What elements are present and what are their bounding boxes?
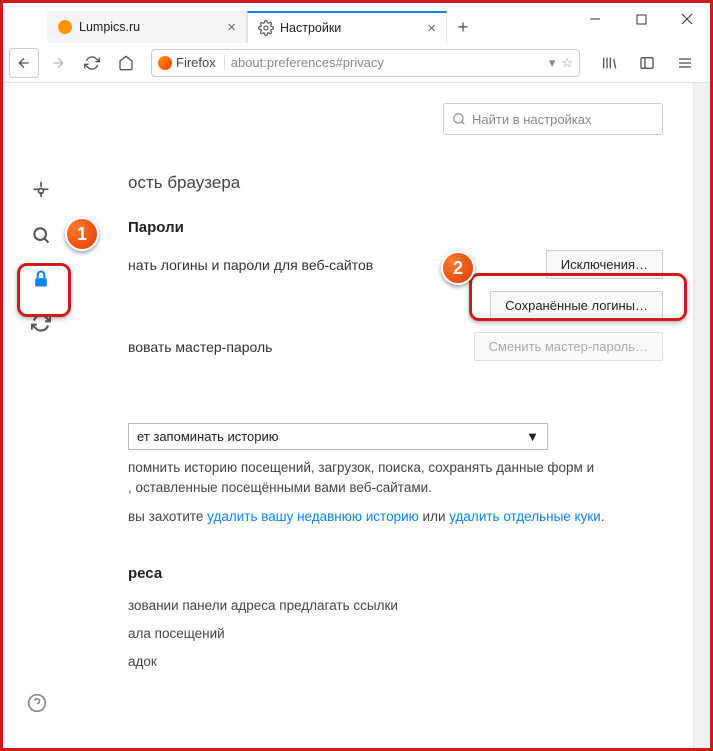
forward-button[interactable]: [43, 48, 73, 78]
master-password-label: вовать мастер-пароль: [128, 339, 474, 355]
sidebar-search-icon[interactable]: [23, 217, 59, 253]
firefox-icon: [158, 56, 172, 70]
close-icon[interactable]: ×: [227, 19, 236, 36]
history-text-2: вы захотите удалить вашу недавнюю истори…: [128, 507, 663, 527]
change-master-button: Сменить мастер-пароль…: [474, 332, 663, 361]
search-preferences-input[interactable]: Найти в настройках: [443, 103, 663, 135]
bookmark-star-icon[interactable]: ☆: [561, 55, 573, 71]
maximize-button[interactable]: [618, 3, 664, 35]
clear-cookies-link[interactable]: удалить отдельные куки: [449, 509, 601, 524]
address-line-1: зовании панели адреса предлагать ссылки: [128, 596, 663, 616]
tab-label: Lumpics.ru: [79, 20, 140, 34]
history-dropdown[interactable]: ет запоминать историю ▼: [128, 423, 548, 450]
nav-toolbar: Firefox about:preferences#privacy ▾ ☆: [3, 43, 710, 83]
annotation-badge-1: 1: [65, 217, 99, 251]
search-icon: [452, 112, 466, 126]
chevron-down-icon: ▼: [526, 429, 539, 444]
passwords-heading: Пароли: [128, 219, 663, 236]
tab-settings[interactable]: Настройки ×: [247, 11, 447, 43]
address-line-3: адок: [128, 652, 663, 672]
sidebar-general-icon[interactable]: [23, 173, 59, 209]
home-button[interactable]: [111, 48, 141, 78]
minimize-button[interactable]: [572, 3, 618, 35]
section-heading: ость браузера: [128, 173, 663, 193]
url-text: about:preferences#privacy: [231, 55, 543, 70]
dropdown-value: ет запоминать историю: [137, 429, 279, 444]
clear-history-link[interactable]: удалить вашу недавнюю историю: [207, 509, 419, 524]
dropdown-icon[interactable]: ▾: [549, 55, 556, 71]
annotation-badge-2: 2: [441, 251, 475, 285]
gear-icon: [258, 20, 274, 36]
help-icon[interactable]: [27, 693, 47, 718]
library-icon[interactable]: [594, 48, 624, 78]
menu-button[interactable]: [670, 48, 700, 78]
save-passwords-label: нать логины и пароли для веб-сайтов: [128, 257, 546, 273]
identity-box[interactable]: Firefox: [158, 55, 225, 70]
brand-label: Firefox: [176, 55, 216, 70]
history-text-1: помнить историю посещений, загрузок, пои…: [128, 458, 663, 499]
reload-button[interactable]: [77, 48, 107, 78]
tab-lumpics[interactable]: Lumpics.ru ×: [47, 11, 247, 43]
annotation-box-1: [17, 263, 71, 317]
url-bar[interactable]: Firefox about:preferences#privacy ▾ ☆: [151, 49, 580, 77]
tab-label: Настройки: [280, 21, 341, 35]
title-bar: Lumpics.ru × Настройки × +: [3, 3, 710, 43]
close-window-button[interactable]: [664, 3, 710, 35]
annotation-box-2: [469, 273, 687, 321]
preferences-page: Найти в настройках 1 ость браузера Парол…: [3, 83, 693, 748]
scrollbar[interactable]: [693, 83, 710, 748]
close-icon[interactable]: ×: [427, 20, 436, 37]
sidebar-icon[interactable]: [632, 48, 662, 78]
new-tab-button[interactable]: +: [447, 11, 479, 43]
back-button[interactable]: [9, 48, 39, 78]
search-placeholder: Найти в настройках: [472, 112, 592, 127]
address-line-2: ала посещений: [128, 624, 663, 644]
address-heading: реса: [128, 565, 663, 582]
favicon-lumpics: [57, 19, 73, 35]
